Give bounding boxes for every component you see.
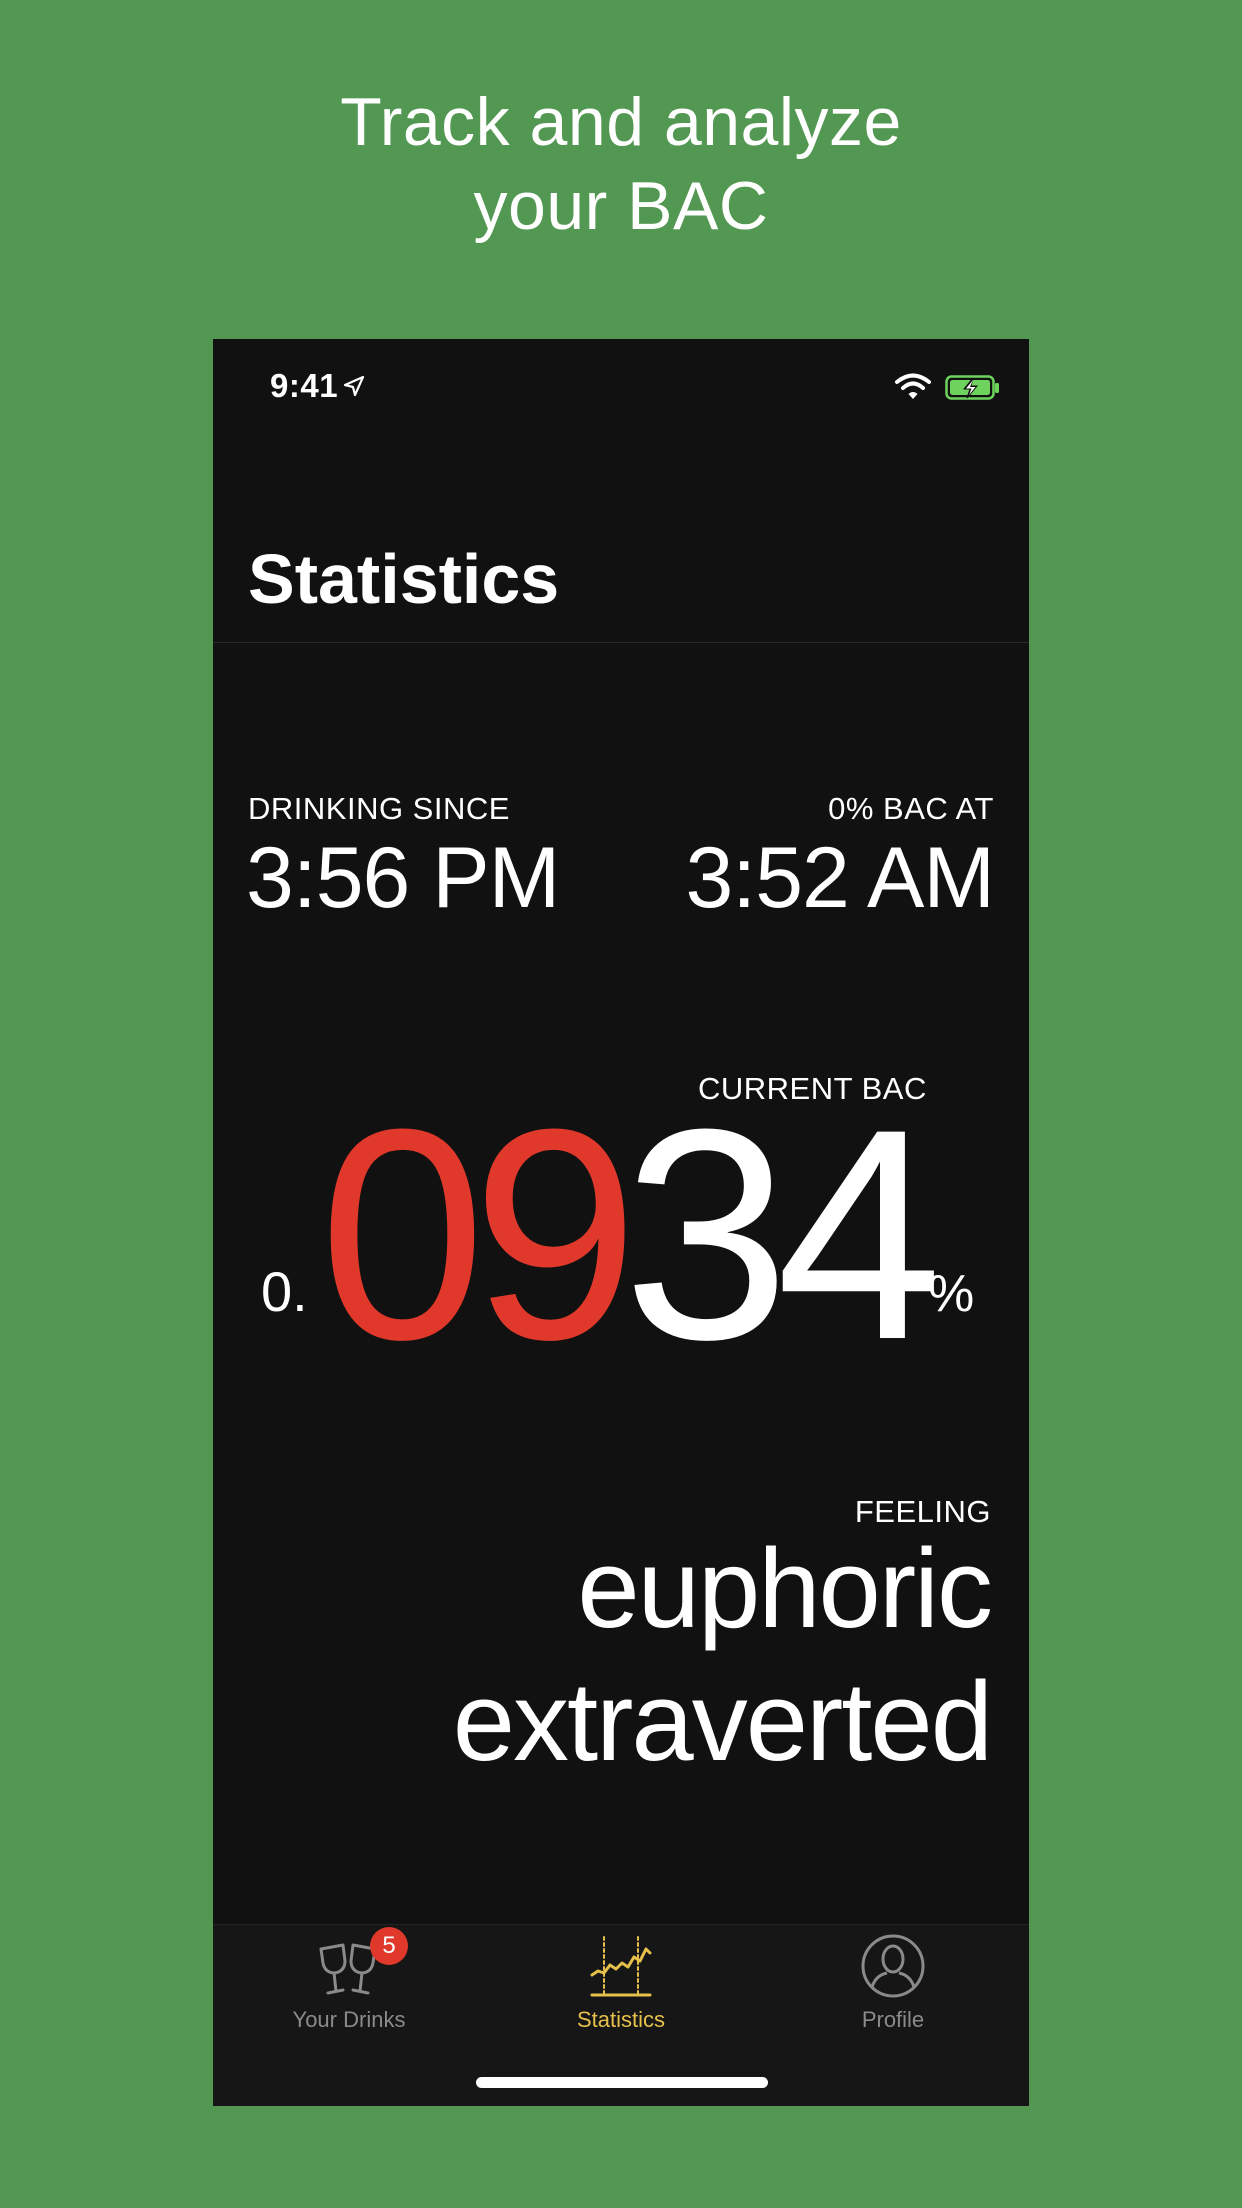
promo-headline-line-1: Track and analyze [340, 84, 902, 160]
feeling-word-2: extraverted [452, 1659, 993, 1784]
zero-bac-value: 3:52 AM [685, 830, 995, 926]
drinks-count-badge: 5 [370, 1927, 408, 1965]
tab-profile[interactable]: Profile [757, 1925, 1029, 2045]
nav-divider [213, 642, 1029, 643]
page-title: Statistics [248, 540, 560, 618]
drinking-since-value: 3:56 PM [246, 830, 560, 926]
chart-icon [590, 1936, 652, 1997]
promo-headline-line-2: your BAC [473, 168, 769, 244]
wifi-icon [895, 373, 931, 399]
home-indicator[interactable] [476, 2077, 768, 2088]
tab-statistics[interactable]: Statistics [485, 1925, 757, 2045]
drinking-since-label: DRINKING SINCE [248, 791, 510, 826]
bac-rest-digits: 34 [623, 1066, 943, 1402]
battery-icon [945, 375, 999, 400]
tab-your-drinks[interactable]: 5 Your Drinks [213, 1925, 485, 2045]
tab-label-your-drinks: Your Drinks [292, 2007, 406, 2032]
bac-unit: % [928, 1265, 975, 1323]
tab-label-statistics: Statistics [576, 2007, 666, 2032]
zero-bac-label: 0% BAC AT [828, 791, 994, 826]
profile-icon [861, 1934, 925, 1998]
status-time: 9:41 [270, 367, 339, 404]
bac-prefix: 0. [261, 1260, 308, 1323]
promo-headline: Track and analyze your BAC [0, 80, 1242, 248]
location-arrow-icon [343, 375, 365, 397]
feeling-word-1: euphoric [577, 1526, 993, 1651]
bac-highlight-digits: 09 [319, 1066, 639, 1402]
tab-label-profile: Profile [861, 2007, 925, 2032]
phone-screen: 9:41 Statistics DRINKING SINCE 3:56 PM 0… [213, 339, 1029, 2106]
